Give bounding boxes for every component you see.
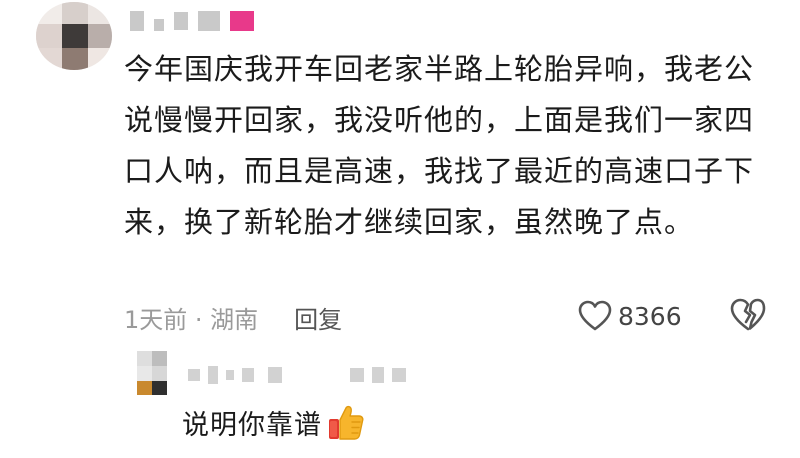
username-blur-block (208, 366, 218, 384)
like-count: 8366 (618, 301, 682, 331)
username-blur-block (174, 12, 188, 30)
username-blur-block (154, 19, 164, 31)
broken-heart-icon (730, 298, 766, 331)
commenter-avatar[interactable] (36, 2, 112, 70)
like-button[interactable]: 8366 (578, 298, 682, 334)
reply-username[interactable] (188, 366, 406, 384)
comment-meta: 1天前 · 湖南 回复 (124, 300, 342, 335)
username-blur-block (188, 369, 200, 381)
username-blur-block (392, 368, 406, 382)
reply-text: 说明你靠谱 (182, 409, 322, 441)
username-blur-block (226, 370, 234, 380)
username-blur-block (198, 11, 220, 31)
user-badge (230, 11, 254, 31)
thumbs-up-emoji-icon (329, 405, 364, 440)
comment-time-location: 1天前 · 湖南 (124, 305, 259, 334)
username-blur-block (372, 367, 384, 383)
username-blur-block (350, 368, 364, 382)
username-blur-block (242, 368, 254, 382)
reply-text-row: 说明你靠谱 (182, 402, 366, 442)
username-blur-block (130, 11, 144, 31)
commenter-name[interactable] (130, 10, 254, 32)
reply-button[interactable]: 回复 (294, 300, 342, 335)
heart-outline-icon (578, 300, 612, 331)
comment-text: 今年国庆我开车回老家半路上轮胎异响，我老公说慢慢开回家，我没听他的，上面是我们一… (124, 52, 755, 239)
dislike-button[interactable] (730, 298, 766, 334)
username-blur-block (268, 367, 282, 383)
reply-avatar[interactable] (137, 351, 167, 395)
